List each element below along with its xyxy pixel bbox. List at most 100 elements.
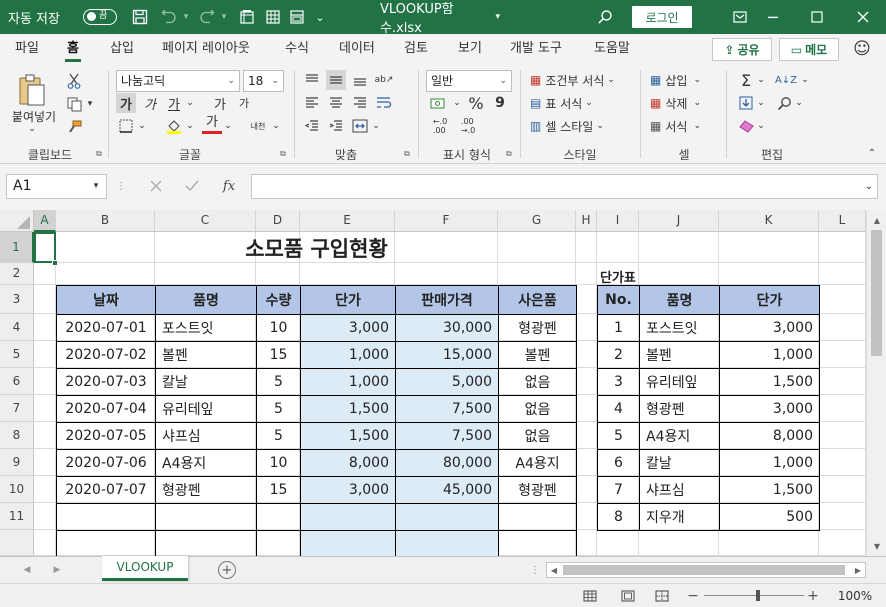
table-cell[interactable]: 15,000 bbox=[395, 341, 499, 369]
table-cell[interactable]: 7,500 bbox=[395, 422, 499, 450]
paste-dropdown-icon[interactable]: ⌄ bbox=[22, 124, 42, 134]
price-table-header[interactable]: 품명 bbox=[639, 285, 720, 315]
align-top-icon[interactable] bbox=[302, 70, 322, 90]
delete-cells-button[interactable]: ▦ 삭제 ⌄ bbox=[650, 93, 716, 113]
table-cell[interactable]: 3,000 bbox=[300, 476, 396, 504]
increase-indent-icon[interactable] bbox=[326, 116, 346, 136]
merge-center-icon[interactable] bbox=[350, 116, 370, 136]
table-cell[interactable]: 1,500 bbox=[300, 422, 396, 450]
page-break-view-icon[interactable] bbox=[652, 586, 672, 606]
cut-icon[interactable] bbox=[64, 72, 84, 90]
table-cell[interactable]: 1,000 bbox=[300, 368, 396, 396]
price-table-cell[interactable]: A4용지 bbox=[639, 422, 720, 450]
empty-table-cell[interactable] bbox=[56, 503, 156, 531]
maximize-icon[interactable] bbox=[802, 0, 832, 34]
align-left-icon[interactable] bbox=[302, 93, 322, 113]
empty-table-cell[interactable] bbox=[155, 530, 257, 556]
row-header-2[interactable]: 2 bbox=[0, 263, 34, 285]
undo-icon[interactable] bbox=[158, 0, 180, 34]
border-dropdown-icon[interactable]: ⌄ bbox=[136, 116, 148, 136]
table-cell[interactable]: 형광펜 bbox=[155, 476, 257, 504]
insert-cells-button[interactable]: ▦ 삽입 ⌄ bbox=[650, 70, 716, 90]
name-box-dropdown-icon[interactable]: ▾ bbox=[88, 178, 104, 194]
copy-dropdown-icon[interactable]: ▾ bbox=[84, 95, 96, 113]
filename-dropdown-icon[interactable]: ▾ bbox=[495, 12, 500, 22]
number-launcher-icon[interactable]: ⧉ bbox=[506, 149, 512, 159]
underline-dropdown-icon[interactable]: ⌄ bbox=[184, 93, 196, 113]
column-header-a[interactable]: A bbox=[34, 210, 56, 232]
tab-insert[interactable]: 삽입 bbox=[110, 34, 134, 64]
border-icon[interactable] bbox=[116, 116, 136, 136]
price-table-cell[interactable]: 4 bbox=[597, 395, 640, 423]
active-cell-selection[interactable] bbox=[34, 232, 56, 263]
underline-button[interactable]: 가 bbox=[164, 93, 184, 113]
share-button[interactable]: ⇪ 공유 bbox=[712, 38, 772, 61]
tab-help[interactable]: 도움말 bbox=[594, 34, 630, 64]
table-cell[interactable]: 형광펜 bbox=[498, 314, 577, 342]
fill-color-icon[interactable] bbox=[164, 116, 184, 136]
alignment-launcher-icon[interactable]: ⧉ bbox=[404, 149, 410, 159]
customize-qat-icon[interactable]: ⌄ bbox=[310, 0, 330, 34]
autosave-toggle[interactable]: 끔 bbox=[80, 0, 120, 34]
price-table-cell[interactable]: 7 bbox=[597, 476, 640, 504]
price-table-cell[interactable]: 칼날 bbox=[639, 449, 720, 477]
column-header-e[interactable]: E bbox=[300, 210, 395, 232]
zoom-in-icon[interactable]: + bbox=[806, 588, 820, 604]
empty-table-cell[interactable] bbox=[395, 530, 499, 556]
sheet-title-cell[interactable]: 소모품 구입현황 bbox=[56, 232, 577, 264]
price-table-header[interactable]: No. bbox=[597, 285, 640, 315]
grow-font-button[interactable]: 가 bbox=[210, 93, 230, 113]
tab-home[interactable]: 홈 bbox=[65, 34, 81, 64]
table-cell[interactable]: 2020-07-06 bbox=[56, 449, 156, 477]
align-bottom-icon[interactable] bbox=[350, 70, 370, 90]
search-icon[interactable] bbox=[592, 0, 618, 34]
fill-icon[interactable] bbox=[736, 93, 756, 113]
price-table-cell[interactable]: 1,000 bbox=[719, 341, 820, 369]
table-header[interactable]: 품명 bbox=[155, 285, 257, 315]
column-header-j[interactable]: J bbox=[639, 210, 719, 232]
accounting-dropdown-icon[interactable]: ⌄ bbox=[452, 93, 462, 113]
font-name-select[interactable]: 나눔고딕 ⌄ bbox=[116, 70, 240, 92]
table-cell[interactable]: 2020-07-03 bbox=[56, 368, 156, 396]
accounting-format-icon[interactable] bbox=[426, 93, 452, 113]
price-table-cell[interactable]: 3,000 bbox=[719, 314, 820, 342]
price-table-cell[interactable]: 볼펜 bbox=[639, 341, 720, 369]
row-header-7[interactable]: 7 bbox=[0, 395, 34, 422]
horizontal-scroll-thumb[interactable] bbox=[563, 565, 845, 575]
form-icon[interactable] bbox=[236, 0, 258, 34]
collapse-ribbon-icon[interactable]: ⌃ bbox=[864, 146, 880, 160]
font-launcher-icon[interactable]: ⧉ bbox=[280, 149, 286, 159]
feedback-smiley-icon[interactable]: ☺ bbox=[850, 37, 874, 61]
table-cell[interactable]: 80,000 bbox=[395, 449, 499, 477]
paste-icon[interactable] bbox=[14, 70, 50, 110]
row-header-4[interactable]: 4 bbox=[0, 314, 34, 341]
table-cell[interactable]: 2020-07-07 bbox=[56, 476, 156, 504]
empty-table-cell[interactable] bbox=[498, 530, 577, 556]
tab-view[interactable]: 보기 bbox=[458, 34, 482, 64]
clipboard-launcher-icon[interactable]: ⧉ bbox=[96, 149, 102, 159]
increase-decimal-icon[interactable]: ←.0.00 bbox=[428, 116, 452, 136]
price-table-cell[interactable]: 1 bbox=[597, 314, 640, 342]
table-cell[interactable]: A4용지 bbox=[498, 449, 577, 477]
cell-styles-button[interactable]: ▥ 셀 스타일 ⌄ bbox=[530, 116, 626, 136]
fill-dropdown-icon[interactable]: ⌄ bbox=[756, 93, 766, 113]
row-header-9[interactable]: 9 bbox=[0, 449, 34, 476]
table-cell[interactable]: 5,000 bbox=[395, 368, 499, 396]
fill-color-dropdown-icon[interactable]: ⌄ bbox=[184, 116, 196, 136]
enter-icon[interactable] bbox=[182, 176, 202, 196]
column-header-h[interactable]: H bbox=[576, 210, 597, 232]
column-header-c[interactable]: C bbox=[155, 210, 256, 232]
align-center-icon[interactable] bbox=[326, 93, 346, 113]
empty-table-cell[interactable] bbox=[256, 503, 301, 531]
font-size-select[interactable]: 18 ⌄ bbox=[243, 70, 284, 92]
scroll-up-icon[interactable]: ▲ bbox=[870, 214, 884, 226]
price-table-cell[interactable]: 형광펜 bbox=[639, 395, 720, 423]
scroll-left-icon[interactable]: ◀ bbox=[547, 563, 561, 577]
table-cell[interactable]: 1,500 bbox=[300, 395, 396, 423]
price-table-cell[interactable]: 8,000 bbox=[719, 422, 820, 450]
price-table-cell[interactable]: 5 bbox=[597, 422, 640, 450]
zoom-slider[interactable] bbox=[704, 595, 804, 596]
sort-filter-dropdown-icon[interactable]: ⌄ bbox=[800, 70, 810, 90]
comma-style-button[interactable]: 9 bbox=[490, 93, 510, 113]
format-as-table-button[interactable]: ▤ 표 서식 ⌄ bbox=[530, 93, 620, 113]
